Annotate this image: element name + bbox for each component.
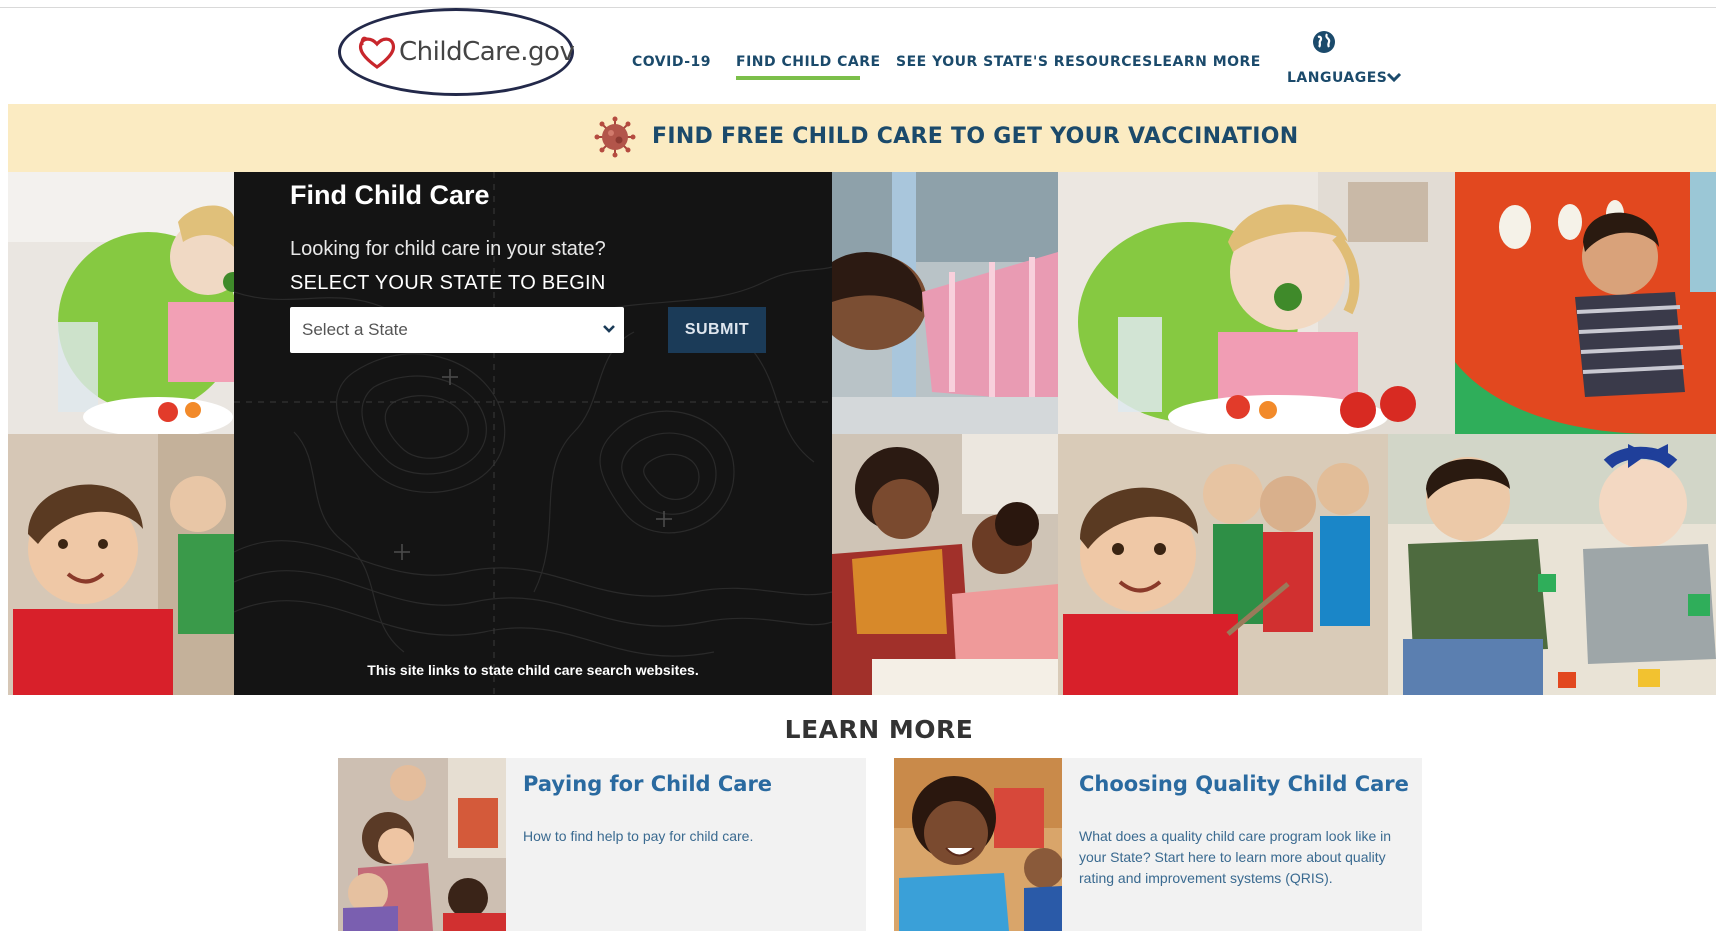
find-panel-title: Find Child Care — [290, 180, 490, 210]
active-nav-indicator — [736, 76, 860, 80]
card-image-laughing-girl — [894, 758, 1062, 931]
state-select-value: Select a State — [302, 320, 408, 339]
nav-find-child-care[interactable]: FIND CHILD CARE — [736, 54, 881, 70]
logo-text: ChildCare.gov — [399, 37, 575, 67]
card-image-teacher-with-children — [338, 758, 506, 931]
photo-sleeping-child — [832, 172, 1058, 434]
select-state-label: SELECT YOUR STATE TO BEGIN — [290, 272, 606, 294]
photo-child-eating-left — [8, 172, 234, 434]
virus-icon — [594, 116, 636, 158]
find-child-care-panel: Find Child Care Looking for child care i… — [234, 172, 832, 695]
vaccination-banner[interactable]: FIND FREE CHILD CARE TO GET YOUR VACCINA… — [8, 104, 1716, 172]
site-header: ChildCare.gov COVID-19 FIND CHILD CARE S… — [8, 8, 1716, 104]
state-select-dropdown[interactable]: Select a State — [290, 307, 624, 353]
photo-boy-smiling-left — [8, 434, 234, 695]
external-links-note: This site links to state child care sear… — [367, 662, 699, 678]
card-paying-for-child-care[interactable]: Paying for Child Care How to find help t… — [338, 758, 866, 931]
chevron-down-icon — [603, 325, 615, 333]
nav-state-resources[interactable]: SEE YOUR STATE'S RESOURCES — [896, 54, 1153, 70]
card-title[interactable]: Paying for Child Care — [523, 772, 772, 796]
photo-teacher-and-girl — [832, 434, 1058, 695]
languages-menu[interactable]: LANGUAGES — [1287, 70, 1387, 86]
learn-more-heading: LEARN MORE — [784, 715, 974, 744]
card-description: What does a quality child care program l… — [1079, 828, 1392, 886]
card-title[interactable]: Choosing Quality Child Care — [1079, 772, 1409, 796]
chevron-down-icon[interactable] — [1386, 71, 1402, 83]
banner-link-text[interactable]: FIND FREE CHILD CARE TO GET YOUR VACCINA… — [652, 124, 1298, 149]
card-description: How to find help to pay for child care. — [523, 828, 754, 844]
heart-logo-icon — [358, 36, 396, 69]
photo-girl-eating-broccoli — [1058, 172, 1455, 434]
photo-toddlers-with-blocks — [1388, 434, 1716, 695]
photo-baby-in-tunnel — [1455, 172, 1716, 434]
childcare-logo[interactable]: ChildCare.gov — [338, 8, 575, 96]
photo-boy-with-classmates — [1058, 434, 1388, 695]
submit-button[interactable]: SUBMIT — [668, 307, 766, 353]
globe-icon[interactable] — [1312, 30, 1336, 54]
top-border — [0, 0, 1716, 8]
card-choosing-quality-child-care[interactable]: Choosing Quality Child Care What does a … — [894, 758, 1422, 931]
nav-learn-more[interactable]: LEARN MORE — [1153, 54, 1261, 70]
nav-covid-19[interactable]: COVID-19 — [632, 54, 711, 70]
find-panel-subtitle: Looking for child care in your state? — [290, 238, 606, 260]
hero-section: Find Child Care Looking for child care i… — [8, 172, 1716, 695]
